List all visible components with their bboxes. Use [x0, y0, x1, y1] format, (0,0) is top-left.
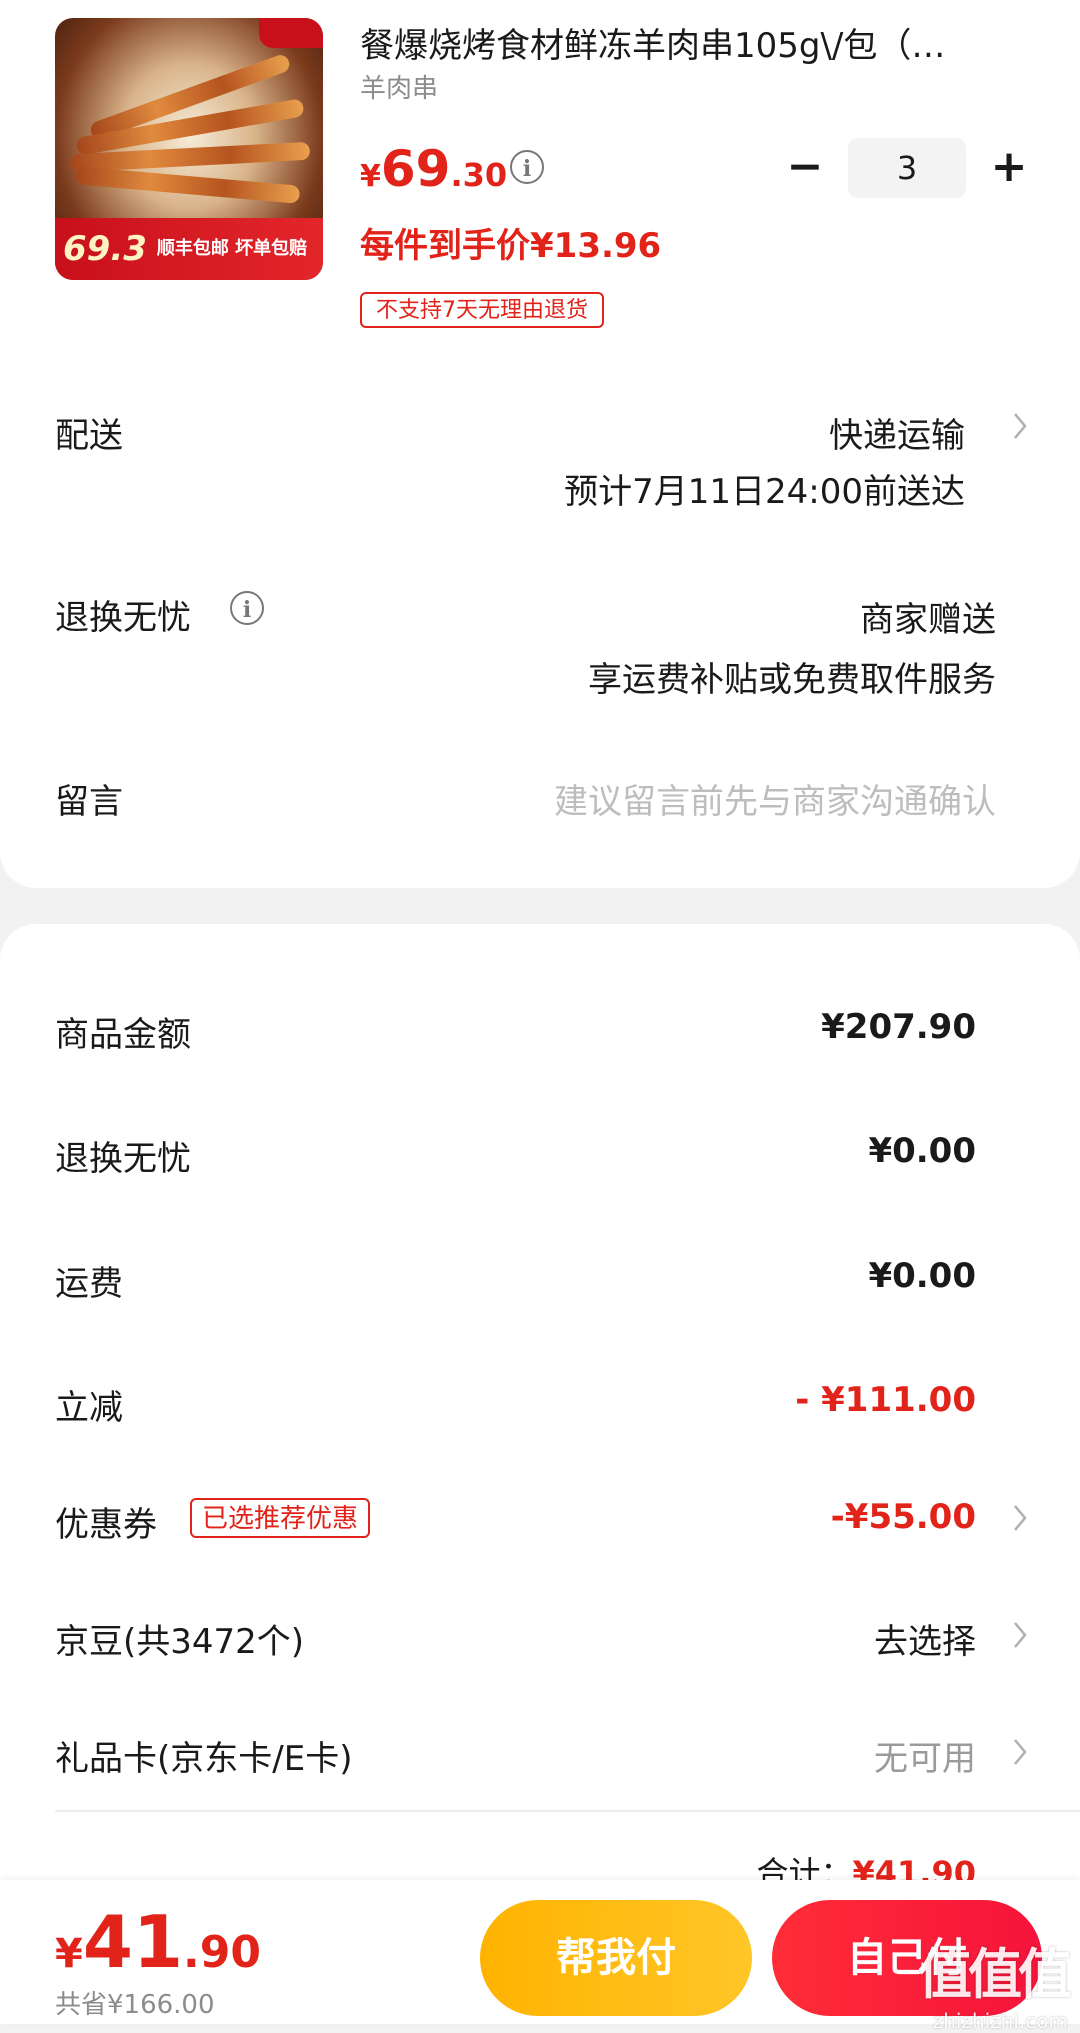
unit-price: 每件到手价¥13.96	[360, 226, 662, 266]
coupon-label: 优惠券	[55, 1505, 157, 1545]
watermark: 值值值 zhizhizhi.com	[918, 1930, 1072, 2033]
product-price: ¥69.30	[360, 140, 507, 198]
info-icon: i	[510, 150, 544, 184]
product-title[interactable]: 餐爆烧烤食材鲜冻羊肉串105g\/包（…	[360, 18, 1020, 67]
price-decimal: .30	[450, 156, 508, 194]
delivery-label: 配送	[55, 416, 123, 456]
saved-amount: 共省¥166.00	[55, 1990, 215, 2020]
quantity-stepper: − 3 +	[780, 138, 1034, 198]
chevron-right-icon[interactable]	[1012, 1502, 1028, 1534]
message-input[interactable]: 建议留言前先与商家沟通确认	[554, 774, 996, 823]
total-currency: ¥	[55, 1931, 83, 1977]
return-fee-label: 退换无忧	[55, 1139, 191, 1179]
chevron-right-icon[interactable]	[1012, 1736, 1028, 1768]
discount-label: 立减	[55, 1388, 123, 1428]
return-service-label: 退换无忧	[55, 598, 191, 638]
quantity-input[interactable]: 3	[848, 138, 966, 198]
total-decimal: .90	[183, 1927, 261, 1978]
delivery-method[interactable]: 快递运输	[829, 408, 965, 457]
return-service-desc: 享运费补贴或免费取件服务	[588, 660, 996, 700]
coupon-value[interactable]: -¥55.00	[831, 1497, 976, 1537]
coupon-recommended-tag: 已选推荐优惠	[190, 1498, 371, 1538]
return-fee-value: ¥0.00	[868, 1131, 976, 1171]
chevron-right-icon[interactable]	[1012, 410, 1028, 442]
return-policy-tag: 不支持7天无理由退货	[360, 292, 604, 328]
goods-amount-value: ¥207.90	[821, 1007, 976, 1047]
shipping-fee-value: ¥0.00	[868, 1256, 976, 1296]
image-promo-banner: 69.3 顺丰包邮 坏单包赔	[55, 218, 323, 280]
image-badge-price: 69.3	[63, 229, 147, 269]
delivery-eta: 预计7月11日24:00前送达	[564, 472, 965, 512]
increase-button[interactable]: +	[984, 143, 1034, 193]
watermark-site: zhizhizhi.com	[932, 2009, 1068, 2033]
product-image[interactable]: 69.3 顺丰包邮 坏单包赔	[55, 18, 323, 280]
return-service-provider: 商家赠送	[860, 600, 996, 640]
price-info-icon[interactable]: i	[510, 150, 544, 184]
brand-corner	[259, 18, 323, 48]
price-integer: 69	[380, 140, 451, 198]
divider	[55, 1810, 1080, 1812]
total-price: ¥41.90	[55, 1900, 261, 1984]
message-label: 留言	[55, 782, 123, 822]
decrease-button[interactable]: −	[780, 143, 830, 193]
total-integer: 41	[82, 1900, 184, 1984]
jingdou-select[interactable]: 去选择	[874, 1614, 976, 1663]
skewer-shape	[74, 166, 301, 204]
goods-amount-label: 商品金额	[55, 1015, 191, 1055]
product-spec: 羊肉串	[360, 74, 439, 104]
help-me-pay-button[interactable]: 帮我付	[480, 1900, 752, 2016]
image-badge-text2: 坏单包赔	[235, 238, 308, 259]
watermark-logo: 值值值	[918, 1943, 1072, 2006]
info-icon: i	[230, 591, 264, 625]
giftcard-label: 礼品卡(京东卡/E卡)	[55, 1739, 353, 1779]
image-badge-text1: 顺丰包邮	[156, 238, 229, 259]
jingdou-label: 京豆(共3472个)	[55, 1622, 305, 1662]
return-service-info-icon[interactable]: i	[230, 591, 264, 625]
order-info-card: 69.3 顺丰包邮 坏单包赔 餐爆烧烤食材鲜冻羊肉串105g\/包（… 羊肉串 …	[0, 0, 1080, 888]
chevron-right-icon[interactable]	[1012, 1619, 1028, 1651]
shipping-fee-label: 运费	[55, 1264, 123, 1304]
giftcard-status[interactable]: 无可用	[874, 1731, 976, 1780]
image-badge-text: 顺丰包邮 坏单包赔	[157, 238, 307, 260]
discount-value: - ¥111.00	[795, 1380, 976, 1420]
price-currency: ¥	[360, 159, 381, 194]
